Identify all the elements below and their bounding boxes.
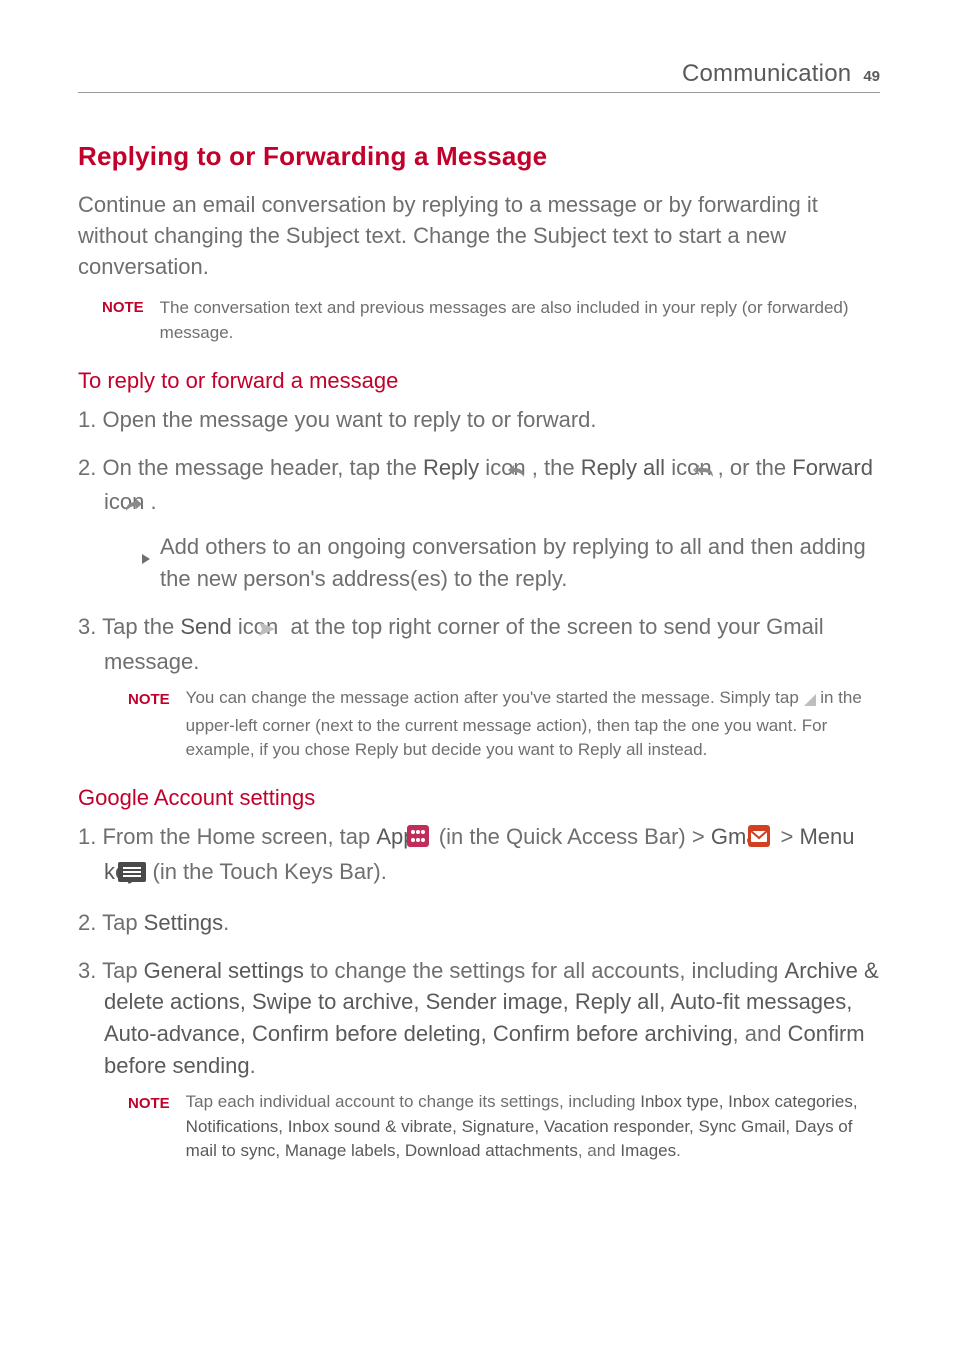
page-title: Replying to or Forwarding a Message: [78, 141, 880, 172]
steps-list: From the Home screen, tap Apps (in the Q…: [78, 821, 880, 1164]
page-number: 49: [863, 68, 880, 85]
step-text: to change the settings for all accounts,…: [304, 958, 785, 983]
subheading-google-account: Google Account settings: [78, 785, 880, 811]
step-text: Tap: [102, 910, 144, 935]
step-text: (in the Quick Access Bar) >: [433, 824, 711, 849]
sub-bullet: Add others to an ongoing conversation by…: [142, 531, 880, 595]
note-label: NOTE: [128, 686, 170, 711]
step-text: , the: [532, 455, 581, 480]
step-item: Tap the Send icon at the top right corne…: [78, 611, 880, 763]
step-item: Tap Settings.: [78, 907, 880, 939]
step-text: .: [223, 910, 229, 935]
header: Communication 49: [78, 60, 880, 93]
reply-all-label: Reply all: [581, 455, 665, 480]
note-text: The conversation text and previous messa…: [160, 296, 880, 345]
step-text: .: [250, 1053, 256, 1078]
step-text: Tap: [102, 958, 144, 983]
note-text: Tap each individual account to change it…: [186, 1090, 880, 1164]
step-text: , and: [733, 1021, 788, 1046]
dropdown-triangle-icon: [804, 689, 816, 714]
general-settings-label: General settings: [144, 958, 304, 983]
step-text: Tap the: [102, 614, 180, 639]
page: Communication 49 Replying to or Forwardi…: [0, 0, 954, 1246]
step-item: Open the message you want to reply to or…: [78, 404, 880, 436]
note-label: NOTE: [102, 296, 144, 316]
step-item: Tap General settings to change the setti…: [78, 955, 880, 1164]
reply-label: Reply: [423, 455, 479, 480]
note-block: NOTE Tap each individual account to chan…: [128, 1090, 880, 1164]
step-text: (in the Touch Keys Bar).: [146, 859, 387, 884]
note-label: NOTE: [128, 1090, 170, 1115]
sub-bullet-text: Add others to an ongoing conversation by…: [160, 531, 880, 595]
step-text: From the Home screen, tap: [102, 824, 376, 849]
header-section: Communication: [682, 60, 851, 88]
step-text: .: [150, 489, 156, 514]
triangle-bullet-icon: [142, 541, 150, 573]
step-item: On the message header, tap the Reply ico…: [78, 452, 880, 596]
steps-list: Open the message you want to reply to or…: [78, 404, 880, 763]
step-text: Open the message you want to reply to or…: [102, 407, 596, 432]
subheading-reply-forward: To reply to or forward a message: [78, 368, 880, 394]
note-text: You can change the message action after …: [186, 686, 880, 763]
intro-paragraph: Continue an email conversation by replyi…: [78, 190, 880, 282]
note-block: NOTE The conversation text and previous …: [102, 296, 880, 345]
send-label: Send: [180, 614, 231, 639]
step-text: , or the: [718, 455, 793, 480]
step-text: On the message header, tap the: [102, 455, 422, 480]
settings-label: Settings: [144, 910, 224, 935]
note-block: NOTE You can change the message action a…: [128, 686, 880, 763]
forward-label: Forward: [792, 455, 873, 480]
step-text: >: [774, 824, 799, 849]
step-item: From the Home screen, tap Apps (in the Q…: [78, 821, 880, 891]
